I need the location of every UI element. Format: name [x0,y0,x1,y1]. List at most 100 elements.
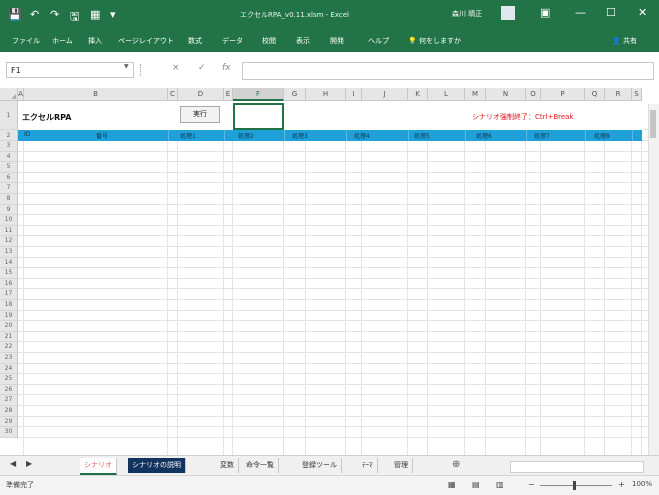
tab-developer[interactable]: 開発 [330,36,344,46]
column-header-o[interactable]: O [526,88,541,101]
column-header-m[interactable]: M [465,88,486,101]
row-header-17[interactable]: 17 [0,289,18,300]
header-step-3[interactable]: 処理3 [292,131,308,140]
formula-input[interactable] [242,62,654,80]
run-button[interactable]: 実行 [180,106,220,123]
row-header-21[interactable]: 21 [0,331,18,343]
column-header-s[interactable]: S [632,88,642,101]
row-header-14[interactable]: 14 [0,257,18,269]
row-header-5[interactable]: 5 [0,162,18,173]
share-button[interactable]: 👤 共有 [612,36,637,46]
cancel-icon[interactable]: × [172,63,180,73]
header-step-2[interactable]: 処理2 [238,131,254,140]
insert-function-icon[interactable]: fx [222,63,231,73]
zoom-slider-handle[interactable] [573,481,576,490]
column-header-b[interactable]: B [24,88,168,101]
column-header-l[interactable]: L [428,88,465,101]
column-header-g[interactable]: G [284,88,306,101]
tell-me-search[interactable]: 💡 何をしますか [408,36,461,46]
page-break-view-icon[interactable]: ▥ [496,480,504,489]
header-step-8[interactable]: 処理8 [594,131,610,140]
column-header-q[interactable]: Q [585,88,605,101]
column-header-p[interactable]: P [541,88,585,101]
horizontal-scrollbar[interactable] [510,461,644,473]
header-id[interactable]: ID [24,131,30,138]
worksheet-grid[interactable]: ◢ ABCDEFGHIJKLMNOPQRS 1 2 3 4 5 6 7 8 9 10 11 12 13 1… [0,88,659,455]
row-header-15[interactable]: 15 [0,268,18,279]
sheet-tab-variables[interactable]: 変数 [216,458,239,473]
row-header-12[interactable]: 12 [0,236,18,247]
header-step-1[interactable]: 処理1 [180,131,196,140]
row-header-9[interactable]: 9 [0,204,18,216]
avatar[interactable] [501,6,515,20]
sheet-tab-scenario[interactable]: シナリオ [80,458,117,475]
tab-help[interactable]: ヘルプ [368,36,389,46]
row-header-10[interactable]: 10 [0,215,18,226]
undo-icon[interactable]: ↶ [30,8,39,21]
tab-file[interactable]: ファイル [12,36,40,46]
zoom-in-icon[interactable]: + [618,480,625,489]
page-layout-view-icon[interactable]: ▤ [472,480,480,489]
tab-page-layout[interactable]: ページレイアウト [118,36,174,46]
add-sheet-icon[interactable]: ⊕ [452,459,460,470]
row-header-6[interactable]: 6 [0,172,18,184]
sheet-tab-commands[interactable]: 命令一覧 [242,458,279,473]
sheet-title-cell[interactable]: エクセルRPA [22,112,71,123]
column-header-h[interactable]: H [306,88,346,101]
header-step-5[interactable]: 処理5 [414,131,430,140]
maximize-icon[interactable]: ☐ [606,6,616,19]
zoom-slider[interactable] [540,485,612,486]
row-header-7[interactable]: 7 [0,183,18,194]
tab-formulas[interactable]: 数式 [188,36,202,46]
row-header-8[interactable]: 8 [0,194,18,205]
sheet-tab-scenario-description[interactable]: シナリオの説明 [128,458,186,473]
next-sheet-icon[interactable]: ▶ [26,459,32,468]
select-all-corner[interactable]: ◢ [0,88,18,101]
vertical-scrollbar[interactable] [648,104,659,456]
column-header-i[interactable]: I [346,88,362,101]
chevron-down-icon[interactable]: ▼ [124,63,129,70]
row-header-2[interactable]: 2 [0,130,18,141]
row-header-18[interactable]: 18 [0,300,18,311]
row-header-27[interactable]: 27 [0,395,18,406]
tab-insert[interactable]: 挿入 [88,36,102,46]
row-header-24[interactable]: 24 [0,363,18,375]
row-header-23[interactable]: 23 [0,353,18,364]
row-header-13[interactable]: 13 [0,247,18,258]
row-header-20[interactable]: 20 [0,321,18,332]
table-icon[interactable]: ▦ [90,8,100,21]
row-header-3[interactable]: 3 [0,141,18,152]
formula-bar-grip[interactable] [140,64,143,76]
row-header-26[interactable]: 26 [0,384,18,396]
row-header-1[interactable]: 1 [0,101,18,130]
tab-home[interactable]: ホーム [52,36,73,46]
prev-sheet-icon[interactable]: ◀ [10,459,16,468]
header-number[interactable]: 番号 [96,131,108,140]
zoom-level[interactable]: 100% [632,480,652,488]
ribbon-display-options-icon[interactable]: ▣ [540,6,550,19]
column-header-r[interactable]: R [605,88,632,101]
sheet-tab-tools[interactable]: 登録ツール [298,458,342,473]
redo-icon[interactable]: ↷ [50,8,59,21]
column-header-f[interactable]: F [233,88,284,101]
column-header-j[interactable]: J [362,88,408,101]
save-icon[interactable]: 💾 [8,8,22,21]
enter-icon[interactable]: ✓ [198,63,206,73]
column-header-d[interactable]: D [178,88,224,101]
row-header-22[interactable]: 22 [0,342,18,353]
minimize-icon[interactable]: — [575,6,586,19]
sheet-tab-theme[interactable]: ﾃｰﾏ [358,458,378,473]
row-header-19[interactable]: 19 [0,310,18,322]
vertical-scroll-thumb[interactable] [650,110,656,138]
normal-view-icon[interactable]: ▦ [448,480,456,489]
row-header-16[interactable]: 16 [0,278,18,290]
tab-view[interactable]: 表示 [296,36,310,46]
header-step-4[interactable]: 処理4 [354,131,370,140]
zoom-out-icon[interactable]: − [528,480,535,489]
sheet-tab-admin[interactable]: 管理 [390,458,413,473]
column-header-e[interactable]: E [224,88,233,101]
row-header-25[interactable]: 25 [0,374,18,385]
row-header-4[interactable]: 4 [0,151,18,163]
print-preview-icon[interactable]: 🖫 [70,8,79,27]
close-icon[interactable]: ✕ [638,6,647,19]
